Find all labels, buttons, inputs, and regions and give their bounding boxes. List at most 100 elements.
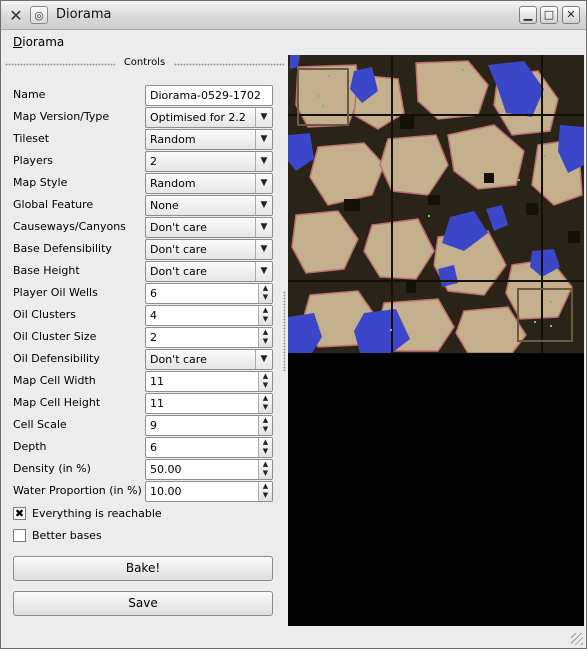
spin-down-icon[interactable]: ▼ bbox=[259, 337, 272, 346]
causeways-select[interactable]: Don't care ▼ bbox=[145, 217, 273, 238]
global-feature-select[interactable]: None ▼ bbox=[145, 195, 273, 216]
name-input[interactable]: Diorama-0529-1702 bbox=[145, 85, 273, 106]
x-logo-icon[interactable]: ✕ bbox=[7, 6, 25, 25]
depth-label: Depth bbox=[13, 440, 47, 453]
spin-down-icon[interactable]: ▼ bbox=[259, 469, 272, 478]
row-oil-cluster-size: Oil Cluster Size 2 ▲ ▼ bbox=[13, 327, 273, 348]
row-global-feature: Global Feature None ▼ bbox=[13, 195, 273, 216]
map-style-select[interactable]: Random ▼ bbox=[145, 173, 273, 194]
base-height-label: Base Height bbox=[13, 264, 80, 277]
spin-down-icon[interactable]: ▼ bbox=[259, 381, 272, 390]
maximize-icon[interactable]: □ bbox=[540, 6, 558, 24]
chevron-down-icon[interactable]: ▼ bbox=[255, 108, 272, 127]
spin-up-icon[interactable]: ▲ bbox=[259, 284, 272, 293]
global-feature-label: Global Feature bbox=[13, 198, 94, 211]
oil-clusters-label: Oil Clusters bbox=[13, 308, 77, 321]
row-oil-defensibility: Oil Defensibility Don't care ▼ bbox=[13, 349, 273, 370]
oil-cluster-size-spinbox[interactable]: 2 ▲ ▼ bbox=[145, 327, 273, 348]
player-oil-wells-spinbox[interactable]: 6 ▲ ▼ bbox=[145, 283, 273, 304]
row-water-proportion: Water Proportion (in %) 10.00 ▲ ▼ bbox=[13, 481, 273, 502]
row-causeways: Causeways/Canyons Don't care ▼ bbox=[13, 217, 273, 238]
base-defensibility-label: Base Defensibility bbox=[13, 242, 112, 255]
oil-cluster-size-label: Oil Cluster Size bbox=[13, 330, 97, 343]
checkbox-checked-icon[interactable]: ✖ bbox=[13, 507, 26, 520]
spin-down-icon[interactable]: ▼ bbox=[259, 293, 272, 302]
chevron-down-icon[interactable]: ▼ bbox=[255, 350, 272, 369]
row-map-cell-height: Map Cell Height 11 ▲ ▼ bbox=[13, 393, 273, 414]
map-cell-width-label: Map Cell Width bbox=[13, 374, 96, 387]
minimize-icon[interactable]: ▁ bbox=[519, 6, 537, 24]
density-spinbox[interactable]: 50.00 ▲ ▼ bbox=[145, 459, 273, 480]
row-cell-scale: Cell Scale 9 ▲ ▼ bbox=[13, 415, 273, 436]
menu-bar: Diorama bbox=[1, 31, 586, 53]
map-cell-height-label: Map Cell Height bbox=[13, 396, 101, 409]
row-oil-clusters: Oil Clusters 4 ▲ ▼ bbox=[13, 305, 273, 326]
spin-down-icon[interactable]: ▼ bbox=[259, 425, 272, 434]
bake-button[interactable]: Bake! bbox=[13, 556, 273, 581]
spin-up-icon[interactable]: ▲ bbox=[259, 460, 272, 469]
depth-spinbox[interactable]: 6 ▲ ▼ bbox=[145, 437, 273, 458]
row-players: Players 2 ▼ bbox=[13, 151, 273, 172]
spin-down-icon[interactable]: ▼ bbox=[259, 403, 272, 412]
oil-defensibility-select[interactable]: Don't care ▼ bbox=[145, 349, 273, 370]
spin-up-icon[interactable]: ▲ bbox=[259, 306, 272, 315]
window-menu-icon[interactable]: ◎ bbox=[30, 6, 48, 24]
map-style-label: Map Style bbox=[13, 176, 68, 189]
row-tileset: Tileset Random ▼ bbox=[13, 129, 273, 150]
chevron-down-icon[interactable]: ▼ bbox=[255, 174, 272, 193]
spin-up-icon[interactable]: ▲ bbox=[259, 438, 272, 447]
spin-up-icon[interactable]: ▲ bbox=[259, 416, 272, 425]
spin-down-icon[interactable]: ▼ bbox=[259, 491, 272, 500]
save-button[interactable]: Save bbox=[13, 591, 273, 616]
chevron-down-icon[interactable]: ▼ bbox=[255, 152, 272, 171]
spin-up-icon[interactable]: ▲ bbox=[259, 372, 272, 381]
map-cell-height-spinbox[interactable]: 11 ▲ ▼ bbox=[145, 393, 273, 414]
row-map-style: Map Style Random ▼ bbox=[13, 173, 273, 194]
chevron-down-icon[interactable]: ▼ bbox=[255, 130, 272, 149]
resize-grip-icon[interactable] bbox=[571, 633, 583, 645]
controls-header: Controls bbox=[5, 57, 284, 71]
spin-up-icon[interactable]: ▲ bbox=[259, 394, 272, 403]
tileset-label: Tileset bbox=[13, 132, 50, 145]
player-oil-wells-label: Player Oil Wells bbox=[13, 286, 98, 299]
causeways-label: Causeways/Canyons bbox=[13, 220, 126, 233]
window-title: Diorama bbox=[56, 7, 112, 22]
water-proportion-label: Water Proportion (in %) bbox=[13, 484, 142, 497]
row-map-version: Map Version/Type Optimised for 2.2 ▼ bbox=[13, 107, 273, 128]
row-player-oil-wells: Player Oil Wells 6 ▲ ▼ bbox=[13, 283, 273, 304]
spin-down-icon[interactable]: ▼ bbox=[259, 315, 272, 324]
chevron-down-icon[interactable]: ▼ bbox=[255, 262, 272, 281]
map-version-select[interactable]: Optimised for 2.2 ▼ bbox=[145, 107, 273, 128]
row-map-cell-width: Map Cell Width 11 ▲ ▼ bbox=[13, 371, 273, 392]
controls-title: Controls bbox=[119, 57, 170, 68]
cell-scale-spinbox[interactable]: 9 ▲ ▼ bbox=[145, 415, 273, 436]
row-base-height: Base Height Don't care ▼ bbox=[13, 261, 273, 282]
title-bar[interactable]: ✕ ◎ Diorama ▁ □ ✕ bbox=[1, 1, 586, 30]
checkbox-unchecked-icon[interactable] bbox=[13, 529, 26, 542]
spin-up-icon[interactable]: ▲ bbox=[259, 328, 272, 337]
tileset-select[interactable]: Random ▼ bbox=[145, 129, 273, 150]
chevron-down-icon[interactable]: ▼ bbox=[255, 218, 272, 237]
spin-down-icon[interactable]: ▼ bbox=[259, 447, 272, 456]
chevron-down-icon[interactable]: ▼ bbox=[255, 240, 272, 259]
base-defensibility-select[interactable]: Don't care ▼ bbox=[145, 239, 273, 260]
cell-scale-label: Cell Scale bbox=[13, 418, 67, 431]
splitter-handle[interactable] bbox=[283, 291, 286, 371]
map-version-label: Map Version/Type bbox=[13, 110, 110, 123]
app-window: ✕ ◎ Diorama ▁ □ ✕ Diorama Controls Name … bbox=[0, 0, 587, 649]
players-label: Players bbox=[13, 154, 53, 167]
chevron-down-icon[interactable]: ▼ bbox=[255, 196, 272, 215]
density-label: Density (in %) bbox=[13, 462, 91, 475]
menu-diorama[interactable]: Diorama bbox=[13, 35, 64, 49]
row-depth: Depth 6 ▲ ▼ bbox=[13, 437, 273, 458]
name-label: Name bbox=[13, 88, 46, 101]
row-name: Name Diorama-0529-1702 bbox=[13, 85, 273, 106]
map-preview[interactable] bbox=[288, 55, 584, 626]
close-icon[interactable]: ✕ bbox=[562, 6, 580, 24]
base-height-select[interactable]: Don't care ▼ bbox=[145, 261, 273, 282]
map-cell-width-spinbox[interactable]: 11 ▲ ▼ bbox=[145, 371, 273, 392]
players-select[interactable]: 2 ▼ bbox=[145, 151, 273, 172]
oil-clusters-spinbox[interactable]: 4 ▲ ▼ bbox=[145, 305, 273, 326]
water-proportion-spinbox[interactable]: 10.00 ▲ ▼ bbox=[145, 481, 273, 502]
spin-up-icon[interactable]: ▲ bbox=[259, 482, 272, 491]
